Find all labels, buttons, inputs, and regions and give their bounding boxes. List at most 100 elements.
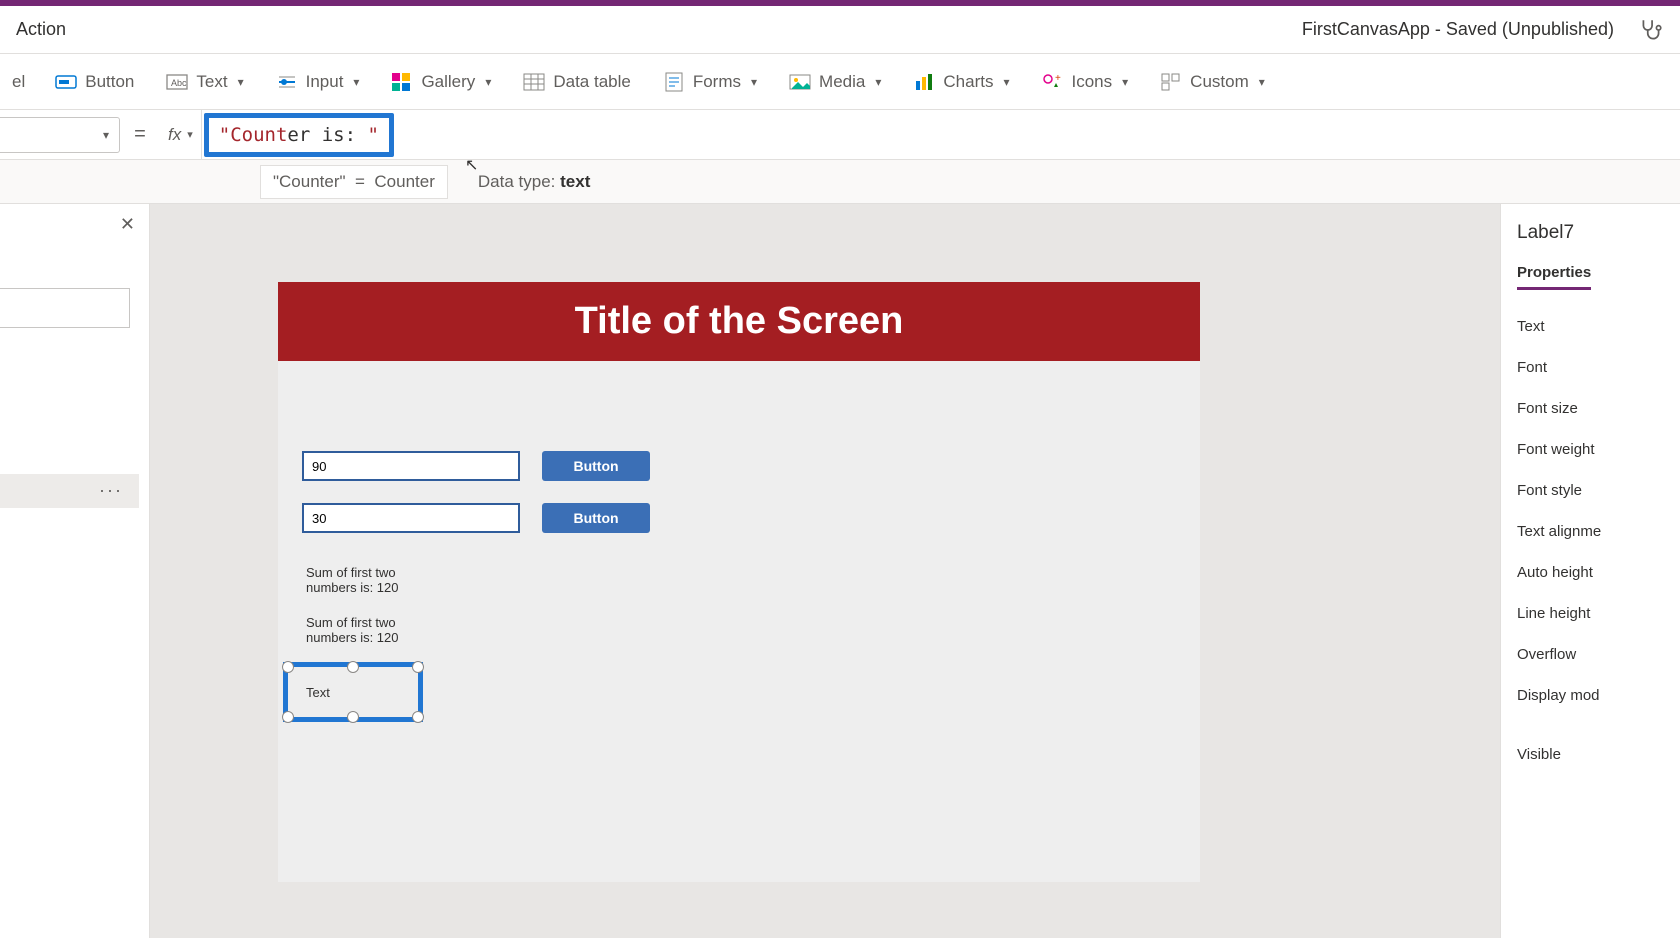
screen-canvas[interactable]: Title of the Screen Button Button Sum of…	[278, 282, 1200, 882]
data-type-label: Data type:	[478, 172, 556, 191]
insert-input-label: Input	[306, 72, 344, 92]
prop-font-weight[interactable]: Font weight	[1517, 429, 1664, 470]
resize-handle[interactable]	[347, 711, 359, 723]
datatable-icon	[523, 71, 545, 93]
close-icon[interactable]: ✕	[120, 214, 135, 235]
media-icon	[789, 71, 811, 93]
chevron-down-icon: ▾	[1003, 75, 1009, 89]
prop-display-mode[interactable]: Display mod	[1517, 675, 1664, 716]
tree-selected-row[interactable]: ···	[0, 474, 139, 508]
fx-icon: fx	[168, 125, 181, 145]
svg-text:+: +	[1055, 73, 1061, 84]
prop-font[interactable]: Font	[1517, 347, 1664, 388]
insert-datatable-label: Data table	[553, 72, 631, 92]
formula-string-mid: er is:	[287, 124, 367, 146]
canvas-area[interactable]: Title of the Screen Button Button Sum of…	[150, 204, 1500, 938]
insert-media[interactable]: Media ▾	[787, 67, 883, 97]
formula-bar: ▾ = fx ▾ "Counter is: "	[0, 110, 1680, 160]
insert-text-label: Text	[196, 72, 227, 92]
prop-line-height[interactable]: Line height	[1517, 593, 1664, 634]
chevron-down-icon: ▾	[751, 75, 757, 89]
formula-text-highlighted: "Counter is: "	[204, 113, 394, 157]
ribbon-truncated-label: el	[8, 72, 25, 92]
formula-input[interactable]: "Counter is: "	[202, 110, 1680, 159]
selected-label-text: Text	[306, 685, 330, 700]
text-icon: Abc	[166, 71, 188, 93]
intellisense-suggestion[interactable]: "Counter" = Counter	[260, 165, 448, 199]
insert-button-label: Button	[85, 72, 134, 92]
insert-button[interactable]: Button	[53, 67, 136, 97]
fx-button[interactable]: fx ▾	[160, 110, 202, 159]
button-1[interactable]: Button	[542, 451, 650, 481]
resize-handle[interactable]	[347, 661, 359, 673]
formula-string-close: "	[367, 124, 378, 146]
chevron-down-icon: ▾	[875, 75, 881, 89]
prop-text[interactable]: Text	[1517, 306, 1664, 347]
charts-icon	[913, 71, 935, 93]
insert-custom[interactable]: Custom ▾	[1158, 67, 1267, 97]
app-title: FirstCanvasApp - Saved (Unpublished)	[1302, 19, 1614, 40]
svg-text:Abc: Abc	[171, 78, 187, 88]
chevron-down-icon: ▾	[485, 75, 491, 89]
formula-string-open: "Count	[219, 124, 288, 146]
insert-icons[interactable]: + Icons ▾	[1040, 67, 1131, 97]
input-row-1: Button	[302, 451, 1200, 481]
insert-media-label: Media	[819, 72, 865, 92]
resize-handle[interactable]	[282, 661, 294, 673]
button-2[interactable]: Button	[542, 503, 650, 533]
insert-input[interactable]: Input ▾	[274, 67, 362, 97]
insert-custom-label: Custom	[1190, 72, 1249, 92]
chevron-down-icon: ▾	[1259, 75, 1265, 89]
tree-search-input[interactable]	[0, 288, 130, 328]
cursor-icon: ↖	[465, 155, 478, 175]
property-selector[interactable]: ▾	[0, 117, 120, 153]
prop-auto-height[interactable]: Auto height	[1517, 552, 1664, 593]
text-input-2[interactable]	[302, 503, 520, 533]
properties-panel: Label7 Properties Text Font Font size Fo…	[1500, 204, 1680, 938]
sum-label-2[interactable]: Sum of first two numbers is: 120	[306, 615, 426, 645]
insert-forms[interactable]: Forms ▾	[661, 67, 759, 97]
chevron-down-icon: ▾	[103, 128, 109, 142]
prop-font-size[interactable]: Font size	[1517, 388, 1664, 429]
insert-datatable[interactable]: Data table	[521, 67, 633, 97]
screen-title-label[interactable]: Title of the Screen	[278, 282, 1200, 361]
tab-properties[interactable]: Properties	[1517, 264, 1591, 290]
data-type-indicator: Data type: text	[478, 172, 590, 192]
input-row-2: Button	[302, 503, 1200, 533]
more-icon[interactable]: ···	[99, 480, 123, 501]
prop-text-align[interactable]: Text alignme	[1517, 511, 1664, 552]
equals-sign: =	[120, 123, 160, 146]
forms-icon	[663, 71, 685, 93]
resize-handle[interactable]	[412, 711, 424, 723]
insert-text[interactable]: Abc Text ▾	[164, 67, 245, 97]
prop-overflow[interactable]: Overflow	[1517, 634, 1664, 675]
prop-font-style[interactable]: Font style	[1517, 470, 1664, 511]
icons-icon: +	[1042, 71, 1064, 93]
resize-handle[interactable]	[412, 661, 424, 673]
chevron-down-icon: ▾	[353, 75, 359, 89]
chevron-down-icon: ▾	[238, 75, 244, 89]
gallery-icon	[391, 71, 413, 93]
prop-visible[interactable]: Visible	[1517, 734, 1664, 775]
data-type-value: text	[560, 172, 590, 191]
input-icon	[276, 71, 298, 93]
hint-left: "Counter"	[273, 172, 346, 191]
insert-gallery[interactable]: Gallery ▾	[389, 67, 493, 97]
text-input-1[interactable]	[302, 451, 520, 481]
button-icon	[55, 71, 77, 93]
insert-charts[interactable]: Charts ▾	[911, 67, 1011, 97]
chevron-down-icon: ▾	[1122, 75, 1128, 89]
app-checker-icon[interactable]	[1638, 17, 1664, 43]
menu-action[interactable]: Action	[16, 19, 66, 40]
intellisense-row: ↖ "Counter" = Counter Data type: text	[0, 160, 1680, 204]
selected-label-control[interactable]: Text	[283, 662, 423, 722]
hint-eq: =	[355, 172, 365, 191]
insert-charts-label: Charts	[943, 72, 993, 92]
selected-control-name: Label7	[1517, 222, 1664, 244]
insert-forms-label: Forms	[693, 72, 741, 92]
resize-handle[interactable]	[282, 711, 294, 723]
sum-label-1[interactable]: Sum of first two numbers is: 120	[306, 565, 426, 595]
workspace: ✕ ··· Title of the Screen Button Button …	[0, 204, 1680, 938]
hint-right: Counter	[374, 172, 434, 191]
title-bar: Action FirstCanvasApp - Saved (Unpublish…	[0, 6, 1680, 54]
